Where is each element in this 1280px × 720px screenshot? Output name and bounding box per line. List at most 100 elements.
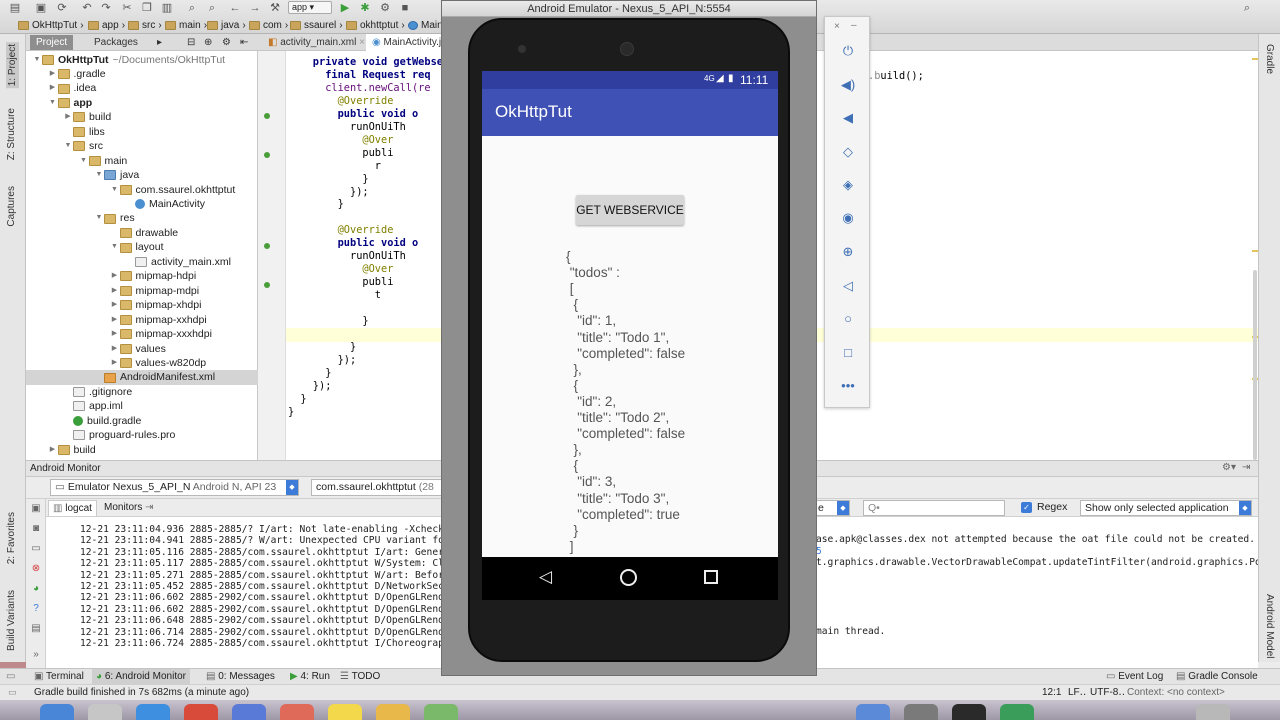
copy-icon[interactable]: ❐ xyxy=(140,1,154,15)
tree-item[interactable]: ▶ values xyxy=(26,342,258,356)
tree-item[interactable]: drawable xyxy=(26,226,258,240)
app-store-icon[interactable] xyxy=(856,704,890,720)
layout-icon[interactable]: ▤ xyxy=(30,623,42,635)
calendar-icon[interactable] xyxy=(280,704,314,720)
tree-item[interactable]: ▶ .idea xyxy=(26,81,258,95)
expand-arrow-icon[interactable]: ▼ xyxy=(94,168,104,182)
reminders-icon[interactable] xyxy=(376,704,410,720)
expand-arrow-icon[interactable]: ▶ xyxy=(110,298,120,312)
expand-arrow-icon[interactable]: ▶ xyxy=(110,284,120,298)
hide-panel-icon[interactable]: ⇤ xyxy=(234,35,254,50)
tree-item[interactable]: AndroidManifest.xml xyxy=(26,370,258,385)
build-variants-tool-tab[interactable]: Build Variants xyxy=(6,590,17,651)
rotate-left-icon[interactable]: ◇ xyxy=(840,144,856,160)
tree-item[interactable]: ▶ build xyxy=(26,443,258,457)
breadcrumb-item[interactable]: app › xyxy=(88,18,125,32)
tree-item[interactable]: ▶ mipmap-xxxhdpi xyxy=(26,327,258,341)
record-icon[interactable]: ▭ xyxy=(30,543,42,555)
tree-item[interactable]: ▼ com.ssaurel.okhttptut xyxy=(26,183,258,197)
tree-item[interactable]: ▼ java xyxy=(26,168,258,182)
zoom-icon[interactable]: ⊕ xyxy=(840,244,856,260)
tree-item[interactable]: ▶ mipmap-xxhdpi xyxy=(26,313,258,327)
tree-item[interactable]: proguard-rules.pro xyxy=(26,428,258,442)
captures-tool-tab[interactable]: Captures xyxy=(6,186,17,227)
mail-icon[interactable] xyxy=(232,704,266,720)
tab-activity-main-xml[interactable]: ◧ activity_main.xml × xyxy=(262,34,371,51)
run-icon[interactable]: ▶ xyxy=(338,1,352,15)
get-webservice-button[interactable]: GET WEBSERVICE xyxy=(576,195,684,225)
project-tool-tab[interactable]: 1: Project xyxy=(6,42,19,89)
undo-icon[interactable]: ↶ xyxy=(80,1,94,15)
tree-item[interactable]: .gitignore xyxy=(26,385,258,399)
android-studio-icon[interactable] xyxy=(1000,704,1034,720)
tree-item[interactable]: ▶ build xyxy=(26,110,258,124)
search-everywhere-icon[interactable]: ⌕ xyxy=(1240,1,1254,15)
tree-item[interactable]: ▼ src xyxy=(26,139,258,153)
tree-item[interactable]: ▶ mipmap-hdpi xyxy=(26,269,258,283)
override-marker-icon[interactable] xyxy=(264,243,270,249)
home-nav-icon[interactable] xyxy=(620,569,637,586)
expand-arrow-icon[interactable]: ▶ xyxy=(110,269,120,283)
minimize-icon[interactable]: – xyxy=(851,20,857,31)
tree-item[interactable]: ▶ .gradle xyxy=(26,67,258,81)
tree-item[interactable]: libs xyxy=(26,125,258,139)
log-search-input[interactable]: Q• xyxy=(863,500,1005,516)
more-icon[interactable]: ••• xyxy=(840,378,856,394)
home-icon[interactable]: ○ xyxy=(840,311,856,327)
tree-item[interactable]: ▼ main xyxy=(26,154,258,168)
tab-run[interactable]: ▶ 4: Run xyxy=(290,669,330,685)
log-filter-select[interactable]: Show only selected application ◆ xyxy=(1080,500,1252,516)
tab-monitors[interactable]: Monitors ⇥ xyxy=(100,500,158,516)
volume-down-icon[interactable]: ◀ xyxy=(840,110,856,126)
expand-arrow-icon[interactable]: ▶ xyxy=(63,110,73,124)
trash-icon[interactable] xyxy=(1196,704,1230,720)
expand-arrow-icon[interactable]: ▼ xyxy=(79,154,89,168)
overview-icon[interactable]: □ xyxy=(840,345,856,361)
expand-arrow-icon[interactable]: ▼ xyxy=(94,211,104,225)
paste-icon[interactable]: ▥ xyxy=(160,1,174,15)
tab-todo[interactable]: ☰ TODO xyxy=(340,669,380,685)
tab-android-monitor[interactable]: ◕ 6: Android Monitor xyxy=(92,669,190,685)
expand-arrow-icon[interactable]: ▶ xyxy=(48,443,58,457)
editor-scrollbar[interactable] xyxy=(1253,270,1257,460)
expand-arrow-icon[interactable]: ▶ xyxy=(110,342,120,356)
redo-icon[interactable]: ↷ xyxy=(99,1,113,15)
tree-item[interactable]: ▶ mipmap-mdpi xyxy=(26,284,258,298)
breadcrumb-item[interactable]: main › xyxy=(165,18,207,32)
help-icon[interactable]: ? xyxy=(30,603,42,615)
tree-item[interactable]: activity_main.xml xyxy=(26,255,258,269)
override-marker-icon[interactable] xyxy=(264,282,270,288)
expand-arrow-icon[interactable]: ▶ xyxy=(110,356,120,370)
expand-arrow-icon[interactable]: ▼ xyxy=(110,240,120,254)
tool-windows-icon[interactable]: ▭ xyxy=(6,669,15,685)
android-icon[interactable]: ◕ xyxy=(30,583,42,595)
file-encoding[interactable]: UTF-8‥ xyxy=(1090,687,1125,698)
android-model-tool-tab[interactable]: Android Model xyxy=(1264,594,1275,658)
expand-icon[interactable]: » xyxy=(30,649,42,661)
tree-item[interactable]: app.iml xyxy=(26,399,258,413)
settings-app-icon[interactable] xyxy=(904,704,938,720)
device-select[interactable]: ▭ Emulator Nexus_5_API_N Android N, API … xyxy=(50,479,299,496)
tab-main-activity[interactable]: ◉ MainActivity.j xyxy=(366,34,448,51)
breadcrumb-item[interactable]: src › xyxy=(128,18,162,32)
expand-arrow-icon[interactable]: ▼ xyxy=(63,139,73,153)
expand-arrow-icon[interactable]: ▶ xyxy=(110,313,120,327)
scroll-tabs-icon[interactable]: ▸ xyxy=(151,35,168,50)
breadcrumb-item[interactable]: ssaurel › xyxy=(290,18,343,32)
logcat-screen-icon[interactable]: ▣ xyxy=(30,503,42,515)
recents-nav-icon[interactable] xyxy=(704,570,718,584)
find-icon[interactable]: ⌕ xyxy=(185,1,199,15)
expand-arrow-icon[interactable]: ▼ xyxy=(32,53,42,67)
screenshot-icon[interactable]: ◙ xyxy=(30,523,42,535)
stop-icon[interactable]: ■ xyxy=(398,1,412,15)
open-folder-icon[interactable]: ▤ xyxy=(8,1,22,15)
expand-arrow-icon[interactable]: ▶ xyxy=(110,327,120,341)
power-icon[interactable]: ⏻ xyxy=(840,43,856,59)
camera-icon[interactable]: ◉ xyxy=(840,210,856,226)
terminal-app-icon[interactable] xyxy=(952,704,986,720)
attach-debugger-icon[interactable]: ⚙ xyxy=(378,1,392,15)
regex-checkbox[interactable]: ✓ xyxy=(1021,502,1032,513)
finder-icon[interactable] xyxy=(40,704,74,720)
breadcrumb-item[interactable]: com › xyxy=(249,18,288,32)
save-icon[interactable]: ▣ xyxy=(34,1,48,15)
